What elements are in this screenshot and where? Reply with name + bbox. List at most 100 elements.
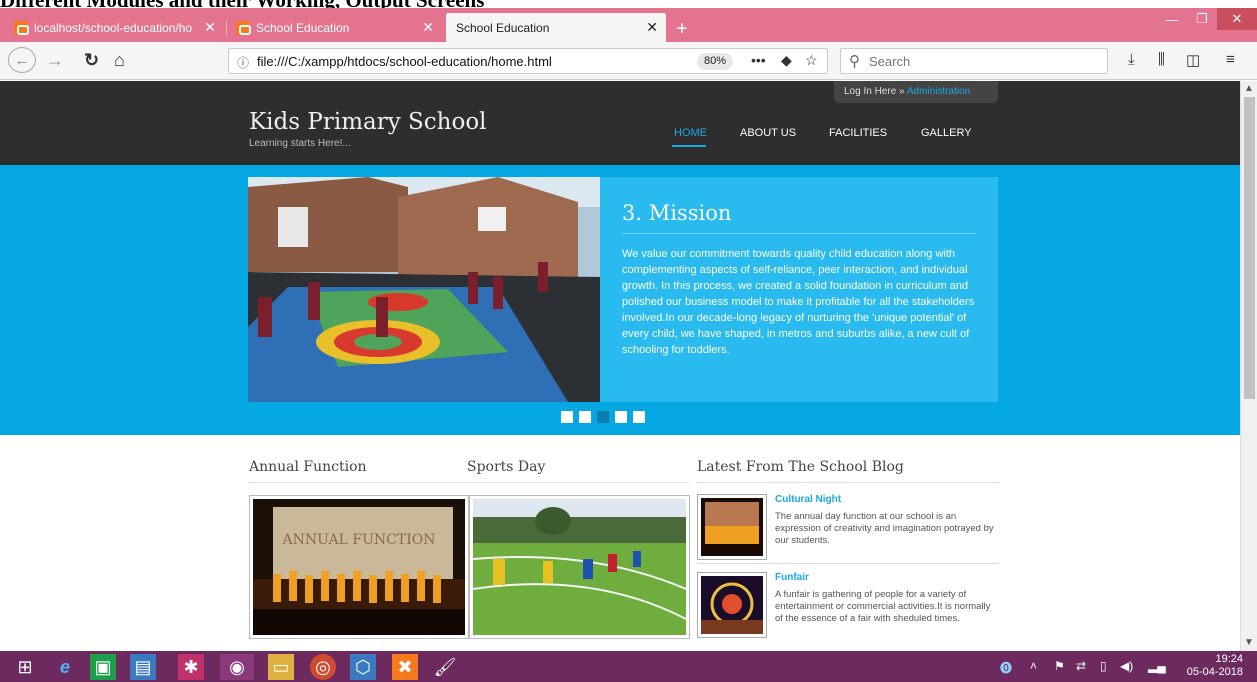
blog-post-title[interactable]: Funfair — [775, 572, 809, 583]
login-bar: Log In Here » Administration — [834, 81, 998, 103]
tab-title: School Education — [256, 20, 350, 35]
tab-title: localhost/school-education/ho — [34, 20, 193, 35]
windows-taskbar: ⊞ e ▣ ▤ ✱ ◉ ▭ ◎ ⬡ ✖ 🖌 ⓿ ˄ ⚑ ⇄ ▯ ◀) ▂▄ 19… — [0, 651, 1257, 682]
zoom-badge[interactable]: 80% — [697, 53, 733, 70]
library-icon[interactable]: ⫼ — [1158, 51, 1165, 68]
control-panel-icon[interactable]: ▤ — [130, 654, 156, 680]
blog-post-body: A funfair is gathering of people for a v… — [775, 589, 991, 624]
paint-app-icon[interactable]: ✱ — [178, 654, 204, 680]
annual-function-image[interactable]: ANNUAL FUNCTION — [249, 495, 469, 639]
xampp-favicon-icon — [236, 20, 251, 35]
nav-about-us[interactable]: ABOUT US — [740, 127, 796, 139]
url-bar[interactable]: ⓘ file:///C:/xampp/htdocs/school-educati… — [228, 48, 828, 74]
hero-caption-panel: 3. Mission We value our commitment towar… — [600, 177, 998, 402]
slider-dot[interactable] — [597, 411, 609, 423]
volume-icon[interactable]: ◀) — [1120, 659, 1133, 673]
tab-title: School Education — [456, 20, 550, 35]
blog-post-thumbnail[interactable] — [697, 494, 767, 560]
site-header: Log In Here » Administration Kids Primar… — [0, 81, 1240, 165]
annual-function-image-text: ANNUAL FUNCTION — [282, 532, 436, 548]
slider-pager — [561, 411, 645, 423]
close-tab-icon[interactable]: ✕ — [204, 19, 216, 36]
blog-post-thumbnail[interactable] — [697, 572, 767, 638]
document-caption: Different Modules and their Working, Out… — [0, 0, 485, 12]
browser-tab-3[interactable]: School Education ✕ — [446, 13, 666, 42]
window-controls: — ❐ ✕ — [1157, 8, 1257, 30]
paint-brush-icon[interactable]: 🖌 — [432, 654, 458, 680]
sports-day-heading: Sports Day — [467, 459, 546, 475]
maximize-icon[interactable]: ❐ — [1187, 8, 1217, 30]
active-nav-indicator — [672, 145, 706, 147]
site-title[interactable]: Kids Primary School — [249, 109, 487, 135]
menu-icon[interactable]: ≡ — [1226, 51, 1235, 68]
chrome-icon[interactable]: ◎ — [310, 654, 336, 680]
clock-date: 05-04-2018 — [1186, 666, 1243, 678]
flag-icon[interactable]: ⚑ — [1054, 659, 1065, 673]
battery-icon[interactable]: ▯ — [1100, 659, 1107, 673]
close-tab-icon[interactable]: ✕ — [646, 19, 658, 36]
page-scrollbar[interactable]: ▲ ▼ — [1240, 81, 1257, 651]
back-arrow-icon[interactable]: ← — [8, 47, 36, 73]
nav-home[interactable]: HOME — [674, 127, 707, 139]
search-box[interactable]: ⚲ — [840, 48, 1108, 74]
wifi-signal-icon[interactable]: ▂▄ — [1148, 659, 1166, 673]
close-window-icon[interactable]: ✕ — [1217, 8, 1257, 30]
slider-dot[interactable] — [633, 411, 645, 423]
xampp-icon[interactable]: ✖ — [392, 654, 418, 680]
tray-expand-icon[interactable]: ˄ — [1030, 659, 1037, 673]
windows-start-icon[interactable]: ⊞ — [10, 654, 40, 680]
bookmark-star-icon[interactable]: ☆ — [805, 52, 818, 69]
xampp-favicon-icon — [14, 20, 29, 35]
scroll-down-icon[interactable]: ▼ — [1244, 637, 1254, 648]
slider-dot[interactable] — [561, 411, 573, 423]
url-text[interactable]: file:///C:/xampp/htdocs/school-education… — [257, 54, 552, 69]
browser-tab-2[interactable]: School Education ✕ — [228, 13, 442, 42]
hero-image — [248, 177, 600, 402]
page-actions-icon[interactable]: ••• — [751, 52, 766, 68]
pocket-icon[interactable]: ◆ — [781, 52, 792, 69]
reload-icon[interactable]: ↻ — [84, 50, 99, 71]
nav-facilities[interactable]: FACILITIES — [829, 127, 887, 139]
blog-heading: Latest From The School Blog — [697, 459, 904, 475]
sports-day-image[interactable] — [469, 495, 690, 639]
search-icon: ⚲ — [849, 53, 860, 70]
annual-function-heading: Annual Function — [249, 459, 367, 475]
browser-tab-1[interactable]: localhost/school-education/ho ✕ — [6, 13, 224, 42]
administration-link[interactable]: Administration — [907, 86, 970, 97]
clock-time: 19:24 — [1215, 653, 1243, 665]
store-icon[interactable]: ▣ — [90, 654, 116, 680]
file-explorer-icon[interactable]: ▭ — [268, 654, 294, 680]
login-prefix: Log In Here » — [844, 86, 905, 97]
blog-post-title[interactable]: Cultural Night — [775, 494, 841, 505]
page-viewport: Log In Here » Administration Kids Primar… — [0, 81, 1240, 651]
nav-gallery[interactable]: GALLERY — [921, 127, 972, 139]
search-input[interactable] — [869, 52, 1099, 70]
close-tab-icon[interactable]: ✕ — [422, 19, 434, 36]
new-tab-icon[interactable]: + — [676, 18, 688, 41]
system-clock[interactable]: 19:24 05-04-2018 — [1187, 653, 1243, 679]
slider-dot[interactable] — [615, 411, 627, 423]
firefox-icon[interactable]: ◉ — [220, 654, 254, 680]
downloads-icon[interactable]: ⤓ — [1128, 51, 1135, 68]
hero-slider: 3. Mission We value our commitment towar… — [0, 165, 1240, 435]
hero-title: 3. Mission — [622, 201, 976, 234]
scroll-up-icon[interactable]: ▲ — [1244, 83, 1254, 94]
site-tagline: Learning starts Here!... — [249, 138, 351, 149]
blog-post-body: The annual day function at our school is… — [775, 511, 994, 546]
hero-body: We value our commitment towards quality … — [622, 248, 975, 356]
section-divider — [697, 482, 999, 483]
browser-tab-bar: localhost/school-education/ho ✕ School E… — [0, 8, 1257, 42]
sidebar-icon[interactable]: ◫ — [1186, 51, 1200, 69]
scrollbar-thumb[interactable] — [1244, 97, 1255, 399]
help-icon[interactable]: ⓿ — [1000, 659, 1012, 676]
info-icon[interactable]: ⓘ — [237, 54, 249, 71]
forward-arrow-icon[interactable]: → — [46, 50, 64, 71]
network-share-icon[interactable]: ⇄ — [1076, 659, 1086, 673]
slider-dot[interactable] — [579, 411, 591, 423]
internet-explorer-icon[interactable]: e — [50, 654, 80, 680]
minimize-icon[interactable]: — — [1157, 8, 1187, 30]
virtualbox-icon[interactable]: ⬡ — [350, 654, 376, 680]
blog-divider — [697, 563, 999, 564]
home-icon[interactable]: ⌂ — [114, 50, 125, 71]
browser-nav-bar: ← → ↻ ⌂ ⓘ file:///C:/xampp/htdocs/school… — [0, 42, 1257, 80]
